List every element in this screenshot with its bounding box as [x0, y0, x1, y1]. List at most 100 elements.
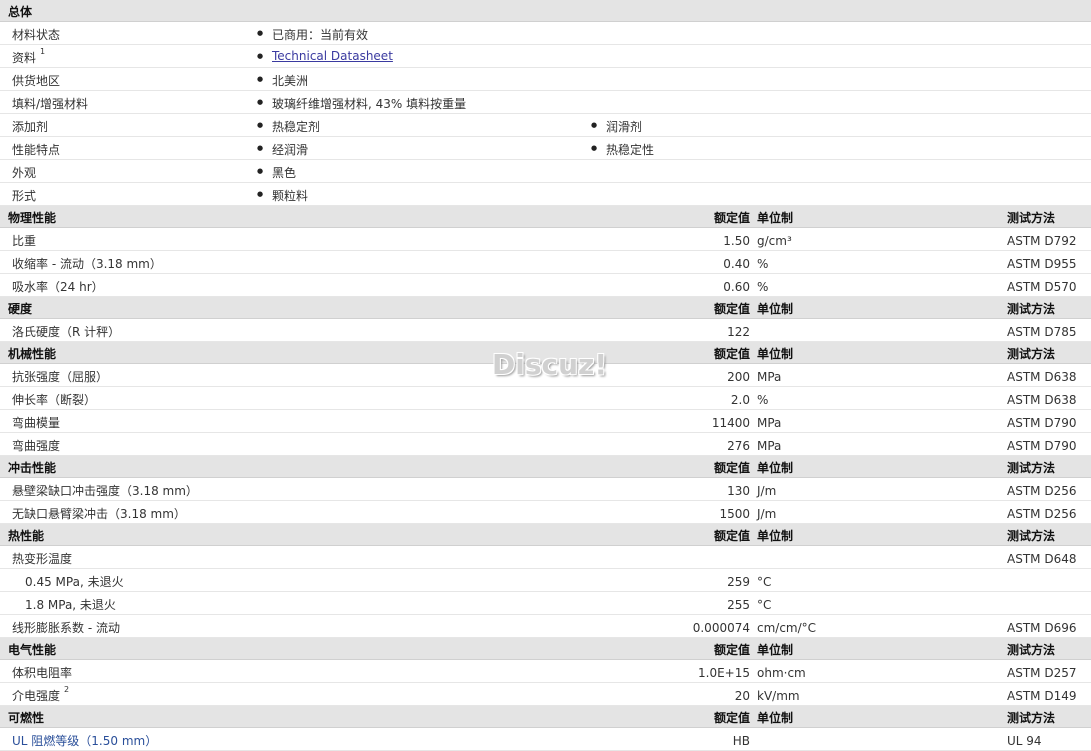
row-value: 热稳定性: [591, 141, 654, 158]
nominal-header: 额定值: [713, 711, 750, 725]
row-label: 形式: [12, 189, 37, 203]
property-unit: cm/cm/°C: [757, 621, 817, 635]
datasheet-link[interactable]: Technical Datasheet: [257, 49, 393, 63]
property-row: 比重 1.50 g/cm³ ASTM D792: [0, 228, 1091, 251]
section-title: 物理性能: [8, 211, 57, 225]
section-header-general: 总体: [0, 0, 1091, 22]
row-label: 添加剂: [12, 120, 49, 134]
property-value: 20: [734, 689, 750, 703]
property-label: 抗张强度（屈服）: [12, 370, 109, 384]
property-unit: g/cm³: [757, 234, 792, 248]
property-label: 介电强度: [12, 689, 61, 703]
method-header: 测试方法: [1007, 347, 1056, 361]
test-method: ASTM D648: [1007, 552, 1077, 566]
property-value: 1500: [719, 507, 750, 521]
property-label: 弯曲强度: [12, 439, 61, 453]
property-label: 吸水率（24 hr）: [12, 280, 104, 294]
nominal-header: 额定值: [713, 461, 750, 475]
property-label: 弯曲模量: [12, 416, 61, 430]
test-method: ASTM D792: [1007, 234, 1077, 248]
property-value: 0.60: [723, 280, 750, 294]
property-label: 洛氏硬度（R 计秤）: [12, 325, 121, 339]
property-value: 200: [727, 370, 750, 384]
property-row: UL 阻燃等级（1.50 mm） HB UL 94: [0, 728, 1091, 751]
property-value: 0.000074: [692, 621, 750, 635]
property-row: 吸水率（24 hr） 0.60% ASTM D570: [0, 274, 1091, 297]
test-method: ASTM D955: [1007, 257, 1077, 271]
row-label: 性能特点: [12, 143, 61, 157]
row-value: 已商用：当前有效: [257, 26, 368, 43]
property-value: 1.50: [723, 234, 750, 248]
section-title: 机械性能: [8, 347, 57, 361]
property-row: 弯曲模量 11400 MPa ASTM D790: [0, 410, 1091, 433]
section-header: 可燃性 额定值 单位制 测试方法: [0, 706, 1091, 728]
row-value: 润滑剂: [591, 118, 642, 135]
property-unit: °C: [757, 598, 772, 612]
property-unit: MPa: [757, 439, 782, 453]
test-method: ASTM D256: [1007, 507, 1077, 521]
unit-header: 单位制: [757, 711, 794, 725]
property-value: 276: [727, 439, 750, 453]
property-row: 弯曲强度 276 MPa ASTM D790: [0, 433, 1091, 456]
property-row: 洛氏硬度（R 计秤） 122 ASTM D785: [0, 319, 1091, 342]
test-method: ASTM D257: [1007, 666, 1077, 680]
watermark: Discuz!: [492, 348, 608, 381]
row-label: 外观: [12, 166, 37, 180]
property-row: 0.45 MPa, 未退火 259 °C: [0, 569, 1091, 592]
property-value: 1.0E+15: [698, 666, 750, 680]
section-header: 热性能 额定值 单位制 测试方法: [0, 524, 1091, 546]
section-title: 总体: [8, 5, 33, 19]
row-label: 供货地区: [12, 74, 61, 88]
method-header: 测试方法: [1007, 302, 1056, 316]
property-label: 收缩率 - 流动（3.18 mm）: [12, 257, 162, 271]
general-row: 供货地区 北美洲: [0, 68, 1091, 91]
property-row: 1.8 MPa, 未退火 255 °C: [0, 592, 1091, 615]
section-header: 硬度 额定值 单位制 测试方法: [0, 297, 1091, 319]
property-value: HB: [732, 734, 750, 748]
property-row: 悬壁梁缺口冲击强度（3.18 mm） 130 J/m ASTM D256: [0, 478, 1091, 501]
property-row: 热变形温度 ASTM D648: [0, 546, 1091, 569]
unit-header: 单位制: [757, 302, 794, 316]
test-method: ASTM D149: [1007, 689, 1077, 703]
nominal-header: 额定值: [713, 211, 750, 225]
nominal-header: 额定值: [713, 643, 750, 657]
section-title: 热性能: [8, 529, 45, 543]
property-value: 259: [727, 575, 750, 589]
nominal-header: 额定值: [713, 529, 750, 543]
test-method: ASTM D638: [1007, 370, 1077, 384]
row-label: 资料: [12, 51, 37, 65]
unit-header: 单位制: [757, 461, 794, 475]
row-value: 热稳定剂: [257, 118, 320, 135]
property-unit: ohm·cm: [757, 666, 806, 680]
property-unit: %: [757, 393, 769, 407]
method-header: 测试方法: [1007, 461, 1056, 475]
property-unit: MPa: [757, 370, 782, 384]
method-header: 测试方法: [1007, 211, 1056, 225]
property-value: 11400: [711, 416, 750, 430]
property-label: 1.8 MPa, 未退火: [25, 598, 116, 612]
test-method: ASTM D256: [1007, 484, 1077, 498]
test-method: ASTM D790: [1007, 416, 1077, 430]
property-label: 0.45 MPa, 未退火: [25, 575, 124, 589]
method-header: 测试方法: [1007, 529, 1056, 543]
property-label: 无缺口悬臂梁冲击（3.18 mm）: [12, 507, 186, 521]
property-value: 122: [727, 325, 750, 339]
section-title: 冲击性能: [8, 461, 57, 475]
section-title: 硬度: [8, 302, 33, 316]
property-unit: %: [757, 280, 769, 294]
property-label: 伸长率（断裂）: [12, 393, 97, 407]
general-row: 添加剂 热稳定剂 润滑剂: [0, 114, 1091, 137]
row-value: 黑色: [257, 164, 296, 181]
property-row: 线形膨胀系数 - 流动 0.000074 cm/cm/°C ASTM D696: [0, 615, 1091, 638]
property-label[interactable]: UL 阻燃等级（1.50 mm）: [12, 732, 157, 749]
section-header: 物理性能 额定值 单位制 测试方法: [0, 206, 1091, 228]
test-method: ASTM D785: [1007, 325, 1077, 339]
property-label: 线形膨胀系数 - 流动: [12, 621, 120, 635]
unit-header: 单位制: [757, 529, 794, 543]
general-row: 资料1 Technical Datasheet: [0, 45, 1091, 68]
footnote-marker: 2: [64, 685, 70, 694]
row-value: 颗粒料: [257, 187, 308, 204]
nominal-header: 额定值: [713, 347, 750, 361]
property-row: 介电强度 2 20 kV/mm ASTM D149: [0, 683, 1091, 706]
row-label: 填料/增强材料: [12, 97, 89, 111]
